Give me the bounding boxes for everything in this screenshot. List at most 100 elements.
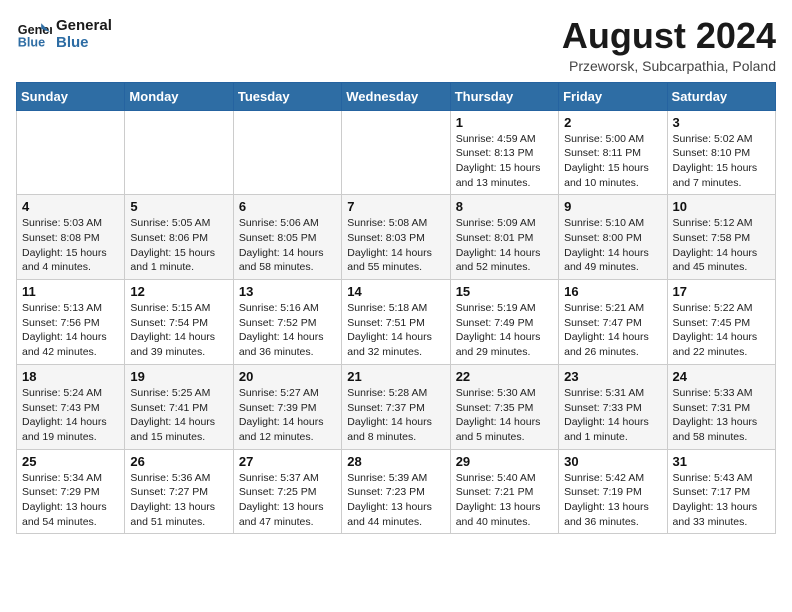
day-cell: [342, 110, 450, 195]
weekday-header-saturday: Saturday: [667, 82, 775, 110]
day-info: Sunrise: 5:08 AM Sunset: 8:03 PM Dayligh…: [347, 216, 444, 275]
day-number: 15: [456, 284, 553, 299]
day-cell: 24 Sunrise: 5:33 AM Sunset: 7:31 PM Dayli…: [667, 364, 775, 449]
day-cell: 30Sunrise: 5:42 AM Sunset: 7:19 PM Dayli…: [559, 449, 667, 534]
day-number: 13: [239, 284, 336, 299]
day-cell: 17Sunrise: 5:22 AM Sunset: 7:45 PM Dayli…: [667, 280, 775, 365]
day-number: 23: [564, 369, 661, 384]
day-cell: 13Sunrise: 5:16 AM Sunset: 7:52 PM Dayli…: [233, 280, 341, 365]
day-info: Sunrise: 5:24 AM Sunset: 7:43 PM Dayligh…: [22, 386, 119, 445]
day-number: 8: [456, 199, 553, 214]
day-number: 5: [130, 199, 227, 214]
day-cell: 7 Sunrise: 5:08 AM Sunset: 8:03 PM Daylig…: [342, 195, 450, 280]
svg-text:Blue: Blue: [18, 36, 45, 50]
day-cell: 31 Sunrise: 5:43 AM Sunset: 7:17 PM Dayli…: [667, 449, 775, 534]
day-cell: 20 Sunrise: 5:27 AM Sunset: 7:39 PM Dayli…: [233, 364, 341, 449]
day-info: Sunrise: 5:09 AM Sunset: 8:01 PM Dayligh…: [456, 216, 553, 275]
day-info: Sunrise: 5:18 AM Sunset: 7:51 PM Dayligh…: [347, 301, 444, 360]
day-number: 16: [564, 284, 661, 299]
day-number: 11: [22, 284, 119, 299]
week-row-2: 4Sunrise: 5:03 AM Sunset: 8:08 PM Daylig…: [17, 195, 776, 280]
day-cell: [17, 110, 125, 195]
day-info: Sunrise: 4:59 AM Sunset: 8:13 PM Dayligh…: [456, 132, 553, 191]
day-info: Sunrise: 5:31 AM Sunset: 7:33 PM Dayligh…: [564, 386, 661, 445]
weekday-header-sunday: Sunday: [17, 82, 125, 110]
day-cell: 3 Sunrise: 5:02 AM Sunset: 8:10 PM Daylig…: [667, 110, 775, 195]
day-number: 26: [130, 454, 227, 469]
day-number: 20: [239, 369, 336, 384]
day-info: Sunrise: 5:19 AM Sunset: 7:49 PM Dayligh…: [456, 301, 553, 360]
day-cell: 16 Sunrise: 5:21 AM Sunset: 7:47 PM Dayli…: [559, 280, 667, 365]
day-number: 6: [239, 199, 336, 214]
day-number: 21: [347, 369, 444, 384]
day-cell: 25Sunrise: 5:34 AM Sunset: 7:29 PM Dayli…: [17, 449, 125, 534]
day-number: 31: [673, 454, 770, 469]
day-number: 3: [673, 115, 770, 130]
day-number: 1: [456, 115, 553, 130]
day-info: Sunrise: 5:39 AM Sunset: 7:23 PM Dayligh…: [347, 471, 444, 530]
day-cell: 27Sunrise: 5:37 AM Sunset: 7:25 PM Dayli…: [233, 449, 341, 534]
day-number: 9: [564, 199, 661, 214]
logo-icon: General Blue: [16, 16, 52, 52]
day-number: 29: [456, 454, 553, 469]
day-info: Sunrise: 5:34 AM Sunset: 7:29 PM Dayligh…: [22, 471, 119, 530]
day-number: 12: [130, 284, 227, 299]
day-cell: 22Sunrise: 5:30 AM Sunset: 7:35 PM Dayli…: [450, 364, 558, 449]
weekday-header-monday: Monday: [125, 82, 233, 110]
day-info: Sunrise: 5:25 AM Sunset: 7:41 PM Dayligh…: [130, 386, 227, 445]
month-year-title: August 2024: [562, 16, 776, 56]
day-info: Sunrise: 5:40 AM Sunset: 7:21 PM Dayligh…: [456, 471, 553, 530]
week-row-4: 18 Sunrise: 5:24 AM Sunset: 7:43 PM Dayli…: [17, 364, 776, 449]
weekday-header-friday: Friday: [559, 82, 667, 110]
day-number: 10: [673, 199, 770, 214]
page-header: General Blue General Blue August 2024 Pr…: [16, 16, 776, 74]
logo: General Blue General Blue: [16, 16, 112, 52]
day-number: 4: [22, 199, 119, 214]
day-info: Sunrise: 5:43 AM Sunset: 7:17 PM Dayligh…: [673, 471, 770, 530]
logo-blue: Blue: [56, 34, 112, 51]
day-number: 28: [347, 454, 444, 469]
day-info: Sunrise: 5:00 AM Sunset: 8:11 PM Dayligh…: [564, 132, 661, 191]
day-cell: 5 Sunrise: 5:05 AM Sunset: 8:06 PM Daylig…: [125, 195, 233, 280]
weekday-header-thursday: Thursday: [450, 82, 558, 110]
weekday-header-wednesday: Wednesday: [342, 82, 450, 110]
weekday-header-tuesday: Tuesday: [233, 82, 341, 110]
day-number: 7: [347, 199, 444, 214]
day-info: Sunrise: 5:05 AM Sunset: 8:06 PM Dayligh…: [130, 216, 227, 275]
calendar-table: SundayMondayTuesdayWednesdayThursdayFrid…: [16, 82, 776, 535]
day-info: Sunrise: 5:33 AM Sunset: 7:31 PM Dayligh…: [673, 386, 770, 445]
day-info: Sunrise: 5:10 AM Sunset: 8:00 PM Dayligh…: [564, 216, 661, 275]
day-cell: [125, 110, 233, 195]
day-info: Sunrise: 5:28 AM Sunset: 7:37 PM Dayligh…: [347, 386, 444, 445]
weekday-header-row: SundayMondayTuesdayWednesdayThursdayFrid…: [17, 82, 776, 110]
day-cell: 4Sunrise: 5:03 AM Sunset: 8:08 PM Daylig…: [17, 195, 125, 280]
week-row-1: 1 Sunrise: 4:59 AM Sunset: 8:13 PM Daylig…: [17, 110, 776, 195]
day-number: 14: [347, 284, 444, 299]
day-cell: 19Sunrise: 5:25 AM Sunset: 7:41 PM Dayli…: [125, 364, 233, 449]
day-cell: 12 Sunrise: 5:15 AM Sunset: 7:54 PM Dayli…: [125, 280, 233, 365]
day-info: Sunrise: 5:21 AM Sunset: 7:47 PM Dayligh…: [564, 301, 661, 360]
day-cell: 1 Sunrise: 4:59 AM Sunset: 8:13 PM Daylig…: [450, 110, 558, 195]
day-info: Sunrise: 5:12 AM Sunset: 7:58 PM Dayligh…: [673, 216, 770, 275]
logo-general: General: [56, 17, 112, 34]
day-info: Sunrise: 5:06 AM Sunset: 8:05 PM Dayligh…: [239, 216, 336, 275]
day-cell: 8 Sunrise: 5:09 AM Sunset: 8:01 PM Daylig…: [450, 195, 558, 280]
day-info: Sunrise: 5:02 AM Sunset: 8:10 PM Dayligh…: [673, 132, 770, 191]
day-cell: 23 Sunrise: 5:31 AM Sunset: 7:33 PM Dayli…: [559, 364, 667, 449]
day-info: Sunrise: 5:42 AM Sunset: 7:19 PM Dayligh…: [564, 471, 661, 530]
day-info: Sunrise: 5:36 AM Sunset: 7:27 PM Dayligh…: [130, 471, 227, 530]
day-info: Sunrise: 5:27 AM Sunset: 7:39 PM Dayligh…: [239, 386, 336, 445]
day-cell: 10 Sunrise: 5:12 AM Sunset: 7:58 PM Dayli…: [667, 195, 775, 280]
day-number: 18: [22, 369, 119, 384]
day-cell: 18 Sunrise: 5:24 AM Sunset: 7:43 PM Dayli…: [17, 364, 125, 449]
day-number: 24: [673, 369, 770, 384]
day-cell: 9 Sunrise: 5:10 AM Sunset: 8:00 PM Daylig…: [559, 195, 667, 280]
day-cell: 2Sunrise: 5:00 AM Sunset: 8:11 PM Daylig…: [559, 110, 667, 195]
week-row-5: 25Sunrise: 5:34 AM Sunset: 7:29 PM Dayli…: [17, 449, 776, 534]
day-info: Sunrise: 5:22 AM Sunset: 7:45 PM Dayligh…: [673, 301, 770, 360]
day-info: Sunrise: 5:15 AM Sunset: 7:54 PM Dayligh…: [130, 301, 227, 360]
location-subtitle: Przeworsk, Subcarpathia, Poland: [562, 58, 776, 74]
day-cell: 26 Sunrise: 5:36 AM Sunset: 7:27 PM Dayli…: [125, 449, 233, 534]
day-cell: 14 Sunrise: 5:18 AM Sunset: 7:51 PM Dayli…: [342, 280, 450, 365]
title-section: August 2024 Przeworsk, Subcarpathia, Pol…: [562, 16, 776, 74]
